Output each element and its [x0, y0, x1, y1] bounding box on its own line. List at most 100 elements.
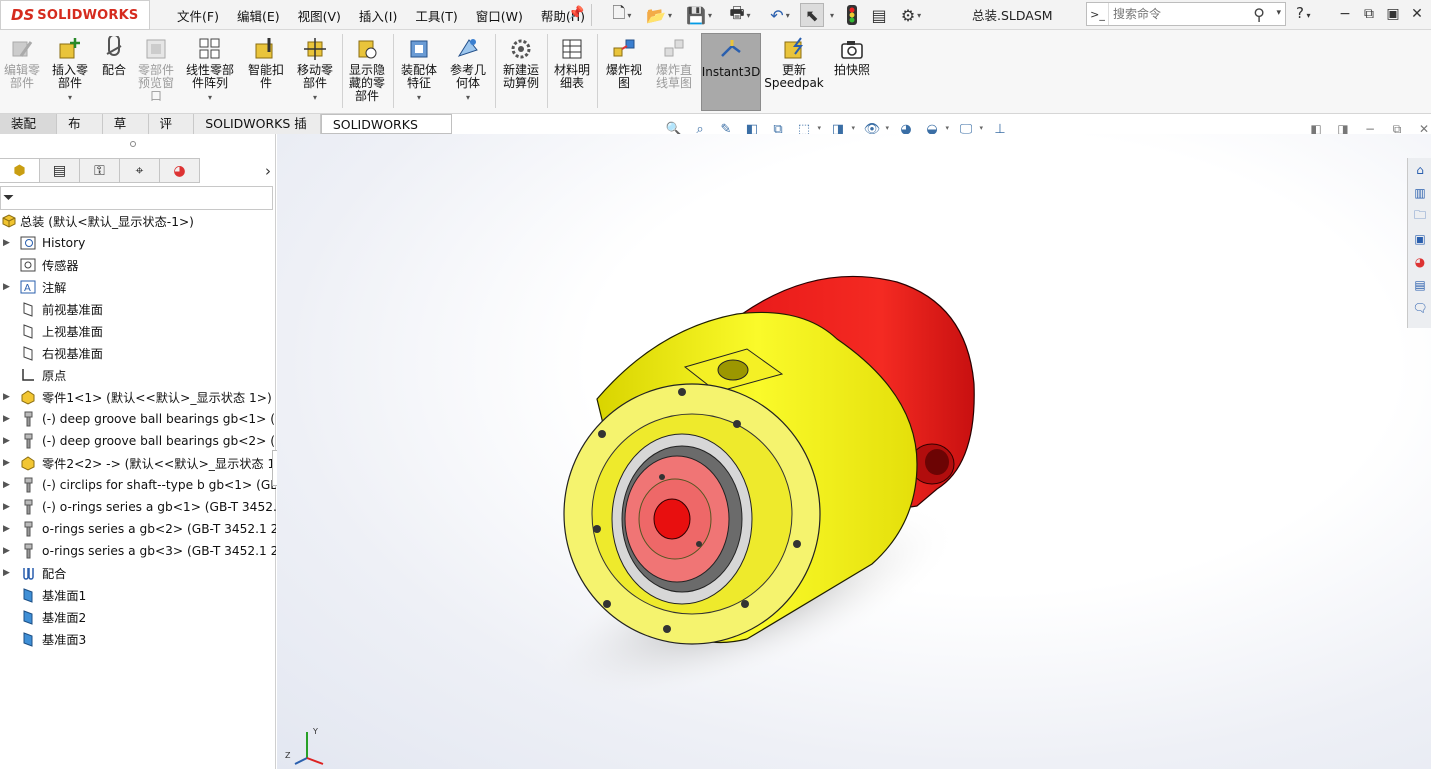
- expand-arrow-icon[interactable]: ▶: [3, 282, 10, 292]
- edit-component-button[interactable]: 编辑零 部件: [0, 32, 44, 112]
- reference-geometry-button[interactable]: 参考几 何体 ▾: [444, 32, 492, 112]
- maximize-button[interactable]: ▣: [1382, 3, 1404, 25]
- search-input[interactable]: [1113, 4, 1243, 24]
- tree-item[interactable]: ▶ 零件1<1> (默认<<默认>_显示状态 1>): [0, 386, 276, 408]
- tab-solidworks-addins[interactable]: SOLIDWORKS 插件: [194, 114, 321, 150]
- task-pane-design-library-button[interactable]: ▥: [1409, 182, 1431, 204]
- close-button[interactable]: ✕: [1406, 3, 1428, 25]
- move-component-button[interactable]: 移动零 部件 ▾: [292, 32, 338, 112]
- task-pane-custom-properties-button[interactable]: ▤: [1409, 274, 1431, 296]
- search-dropdown-icon[interactable]: ▾: [1276, 8, 1281, 18]
- expand-arrow-icon[interactable]: ▶: [3, 458, 10, 468]
- menu-insert[interactable]: 插入(I): [350, 6, 406, 25]
- expand-arrow-icon[interactable]: ▶: [3, 502, 10, 512]
- expand-arrow-icon[interactable]: ▶: [3, 480, 10, 490]
- expand-arrow-icon[interactable]: ▶: [3, 414, 10, 424]
- task-pane-file-explorer-button[interactable]: 🗀: [1409, 205, 1431, 227]
- menu-file[interactable]: 文件(F): [168, 6, 228, 25]
- task-pane-forum-button[interactable]: 🗨: [1409, 297, 1431, 319]
- tree-root[interactable]: 总装 (默认<默认_显示状态-1>): [0, 210, 276, 232]
- new-motion-study-button[interactable]: 新建运 动算例: [498, 32, 544, 112]
- expand-arrow-icon[interactable]: ▶: [3, 436, 10, 446]
- assembly-model-view[interactable]: [277, 134, 1431, 769]
- tree-filter[interactable]: ⏷: [0, 186, 273, 210]
- tab-display-manager[interactable]: ◕: [160, 158, 200, 183]
- new-document-button[interactable]: 🗋 ▾: [606, 3, 638, 27]
- menu-help[interactable]: 帮助(H): [532, 6, 594, 25]
- tree-item[interactable]: ▶ History: [0, 232, 276, 254]
- explode-line-sketch-button[interactable]: 爆炸直 线草图: [650, 32, 698, 112]
- task-pane-home-button[interactable]: ⌂: [1409, 159, 1431, 181]
- help-button[interactable]: ? ▾: [1296, 4, 1311, 22]
- mate-button[interactable]: 配合: [96, 32, 132, 112]
- menu-tools[interactable]: 工具(T): [406, 6, 466, 25]
- tab-dimxpert[interactable]: ⌖: [120, 158, 160, 183]
- menu-window[interactable]: 窗口(W): [467, 6, 532, 25]
- task-pane-appearances-button[interactable]: ◕: [1409, 251, 1431, 273]
- tree-item[interactable]: ▶ o-rings series a gb<2> (GB-T 3452.1 28: [0, 518, 276, 540]
- tree-item[interactable]: 基准面3: [0, 628, 276, 650]
- select-dropdown[interactable]: ▾: [826, 3, 836, 27]
- tab-solidworks-mbd[interactable]: SOLIDWORKS MBD: [320, 114, 452, 151]
- tab-layout[interactable]: 布局: [57, 114, 103, 150]
- tree-item[interactable]: 基准面1: [0, 584, 276, 606]
- tree-item[interactable]: ▶ o-rings series a gb<3> (GB-T 3452.1 28: [0, 540, 276, 562]
- expand-arrow-icon[interactable]: ▶: [3, 546, 10, 556]
- menu-view[interactable]: 视图(V): [289, 6, 350, 25]
- tree-item[interactable]: 右视基准面: [0, 342, 276, 364]
- tree-item[interactable]: ▶ (-) o-rings series a gb<1> (GB-T 3452.1: [0, 496, 276, 518]
- options-button[interactable]: ⚙ ▾: [894, 3, 928, 27]
- graphics-area[interactable]: [277, 134, 1431, 769]
- insert-component-button[interactable]: 插入零 部件 ▾: [48, 32, 92, 112]
- bill-of-materials-button[interactable]: 材料明 细表: [550, 32, 594, 112]
- undo-button[interactable]: ↶ ▾: [762, 3, 798, 27]
- expand-arrow-icon[interactable]: ▶: [3, 238, 10, 248]
- file-properties-button[interactable]: ▤: [868, 3, 890, 27]
- expand-arrow-icon[interactable]: ▶: [3, 524, 10, 534]
- minimize-button[interactable]: −: [1334, 3, 1356, 25]
- restore-button[interactable]: ⧉: [1358, 3, 1380, 25]
- component-preview-button[interactable]: 零部件 预览窗 口: [134, 32, 178, 112]
- tree-item[interactable]: 基准面2: [0, 606, 276, 628]
- assembly-feature-button[interactable]: 装配体 特征 ▾: [396, 32, 442, 112]
- solidworks-logo[interactable]: DS SOLIDWORKS: [0, 0, 150, 30]
- open-document-button[interactable]: 📂 ▾: [642, 3, 676, 27]
- expand-arrow-icon[interactable]: ▶: [3, 568, 10, 578]
- instant3d-button[interactable]: Instant3D: [701, 33, 761, 111]
- tree-item[interactable]: 原点: [0, 364, 276, 386]
- update-speedpak-button[interactable]: 更新 Speedpak: [764, 32, 824, 112]
- tree-item[interactable]: 前视基准面: [0, 298, 276, 320]
- tree-item[interactable]: ▶ A 注解: [0, 276, 276, 298]
- smart-fasteners-button[interactable]: 智能扣 件: [244, 32, 288, 112]
- exploded-view-button[interactable]: 爆炸视 图: [600, 32, 648, 112]
- tree-item[interactable]: ▶ 零件2<2> -> (默认<<默认>_显示状态 1>): [0, 452, 276, 474]
- rebuild-button[interactable]: [842, 3, 862, 27]
- show-hidden-button[interactable]: 显示隐 藏的零 部件: [344, 32, 390, 112]
- tab-evaluate[interactable]: 评估: [148, 114, 195, 150]
- tab-assembly[interactable]: 装配体: [0, 114, 58, 150]
- tree-item-label: (-) deep groove ball bearings gb<2> (R: [42, 434, 276, 448]
- chevron-right-icon[interactable]: ›: [265, 162, 271, 180]
- tab-feature-tree[interactable]: ⬢: [0, 158, 40, 183]
- save-button[interactable]: 💾 ▾: [682, 3, 716, 27]
- panel-grip[interactable]: [130, 141, 136, 147]
- tree-item[interactable]: ▶ (-) deep groove ball bearings gb<2> (R: [0, 430, 276, 452]
- take-snapshot-button[interactable]: 拍快照: [828, 32, 876, 112]
- tree-item[interactable]: ▶ 配合: [0, 562, 276, 584]
- pin-menu-icon[interactable]: 📌: [568, 6, 584, 22]
- menu-edit[interactable]: 编辑(E): [228, 6, 289, 25]
- task-pane-view-palette-button[interactable]: ▣: [1409, 228, 1431, 250]
- tree-item[interactable]: ▶ (-) circlips for shaft--type b gb<1> (G…: [0, 474, 276, 496]
- tab-property-manager[interactable]: ▤: [40, 158, 80, 183]
- tree-item[interactable]: ▶ (-) deep groove ball bearings gb<1> (R: [0, 408, 276, 430]
- tree-item[interactable]: 上视基准面: [0, 320, 276, 342]
- tab-sketch[interactable]: 草图: [102, 114, 149, 150]
- tree-item[interactable]: 传感器: [0, 254, 276, 276]
- command-search: >_ ⚲ ▾: [1086, 2, 1286, 26]
- search-icon[interactable]: ⚲: [1253, 5, 1265, 24]
- linear-pattern-button[interactable]: 线性零部 件阵列 ▾: [182, 32, 238, 112]
- expand-arrow-icon[interactable]: ▶: [3, 392, 10, 402]
- tab-configuration-manager[interactable]: ⚿: [80, 158, 120, 183]
- select-button[interactable]: ⬉: [800, 3, 824, 27]
- print-button[interactable]: 🖶 ▾: [722, 3, 758, 27]
